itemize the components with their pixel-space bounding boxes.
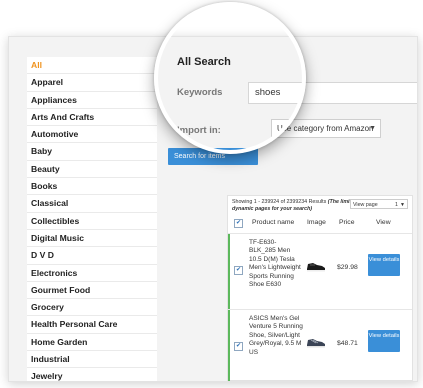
import-category-value: Use category from Amazon — [277, 124, 374, 133]
view-page-value: 1 — [395, 202, 398, 208]
chevron-down-icon: ▼ — [369, 125, 376, 132]
row-checkbox[interactable]: ✔ — [234, 342, 243, 351]
shoe-product-image — [305, 334, 327, 350]
category-item[interactable]: Digital Music — [27, 230, 157, 248]
category-item[interactable]: Industrial — [27, 351, 157, 369]
search-area: All Search Keywords shoes Import in: Use… — [161, 37, 417, 381]
category-item[interactable]: Health Personal Care — [27, 316, 157, 334]
view-details-button[interactable]: View details — [368, 254, 400, 276]
category-item[interactable]: Automotive — [27, 126, 157, 144]
view-page-select[interactable]: View page 1 ▼ — [350, 199, 408, 209]
search-title: All Search — [177, 56, 231, 68]
category-item[interactable]: D V D — [27, 247, 157, 265]
product-price: $29.98 — [337, 264, 358, 271]
keywords-input[interactable]: shoes — [248, 82, 417, 104]
results-table: Showing 1 - 239924 of 2399234 Results (T… — [227, 195, 413, 381]
row-marker — [228, 310, 230, 381]
view-page-label: View page — [353, 202, 378, 208]
category-item[interactable]: Baby — [27, 143, 157, 161]
chevron-down-icon: ▼ — [400, 202, 405, 208]
product-name[interactable]: ASICS Men's Gel Venture 5 Running Shoe, … — [249, 315, 303, 357]
category-item[interactable]: Arts And Crafts — [27, 109, 157, 127]
column-price: Price — [339, 219, 355, 226]
table-row: ✔ TF-E630-BLK_285 Men 10.5 D(M) Tesla Me… — [228, 233, 412, 310]
category-item-all[interactable]: All — [27, 57, 157, 75]
plugin-panel: All Apparel Appliances Arts And Crafts A… — [8, 36, 418, 382]
category-item[interactable]: Jewelry — [27, 368, 157, 381]
row-checkbox[interactable]: ✔ — [234, 266, 243, 275]
import-label: Import in: — [177, 125, 221, 136]
category-item[interactable]: Gourmet Food — [27, 282, 157, 300]
table-row: ✔ ASICS Men's Gel Venture 5 Running Shoe… — [228, 309, 412, 381]
category-item[interactable]: Beauty — [27, 161, 157, 179]
category-item[interactable]: Electronics — [27, 265, 157, 282]
category-item[interactable]: Appliances — [27, 92, 157, 109]
category-item[interactable]: Books — [27, 178, 157, 196]
category-item[interactable]: Home Garden — [27, 334, 157, 352]
view-details-button[interactable]: View details — [368, 330, 400, 352]
product-price: $48.71 — [337, 340, 358, 347]
search-items-button[interactable]: Search for items — [168, 148, 258, 165]
keywords-label: Keywords — [177, 87, 223, 98]
category-item[interactable]: Classical — [27, 195, 157, 213]
column-product-name: Product name — [252, 219, 295, 226]
category-item[interactable]: Apparel — [27, 74, 157, 92]
column-image: Image — [307, 219, 326, 226]
shoe-product-image — [305, 258, 327, 274]
category-item[interactable]: Grocery — [27, 299, 157, 317]
category-sidebar: All Apparel Appliances Arts And Crafts A… — [27, 57, 157, 381]
results-count: Showing 1 - 239924 of 2399234 Results — [232, 199, 327, 205]
select-all-checkbox[interactable]: ✔ — [234, 219, 243, 228]
column-view: View — [376, 219, 391, 226]
product-name[interactable]: TF-E630-BLK_285 Men 10.5 D(M) Tesla Men'… — [249, 239, 303, 289]
row-marker — [228, 234, 230, 310]
category-item[interactable]: Collectibles — [27, 213, 157, 230]
import-category-select[interactable]: Use category from Amazon ▼ — [271, 119, 381, 138]
table-header: ✔ Product name Image Price View — [228, 216, 412, 231]
